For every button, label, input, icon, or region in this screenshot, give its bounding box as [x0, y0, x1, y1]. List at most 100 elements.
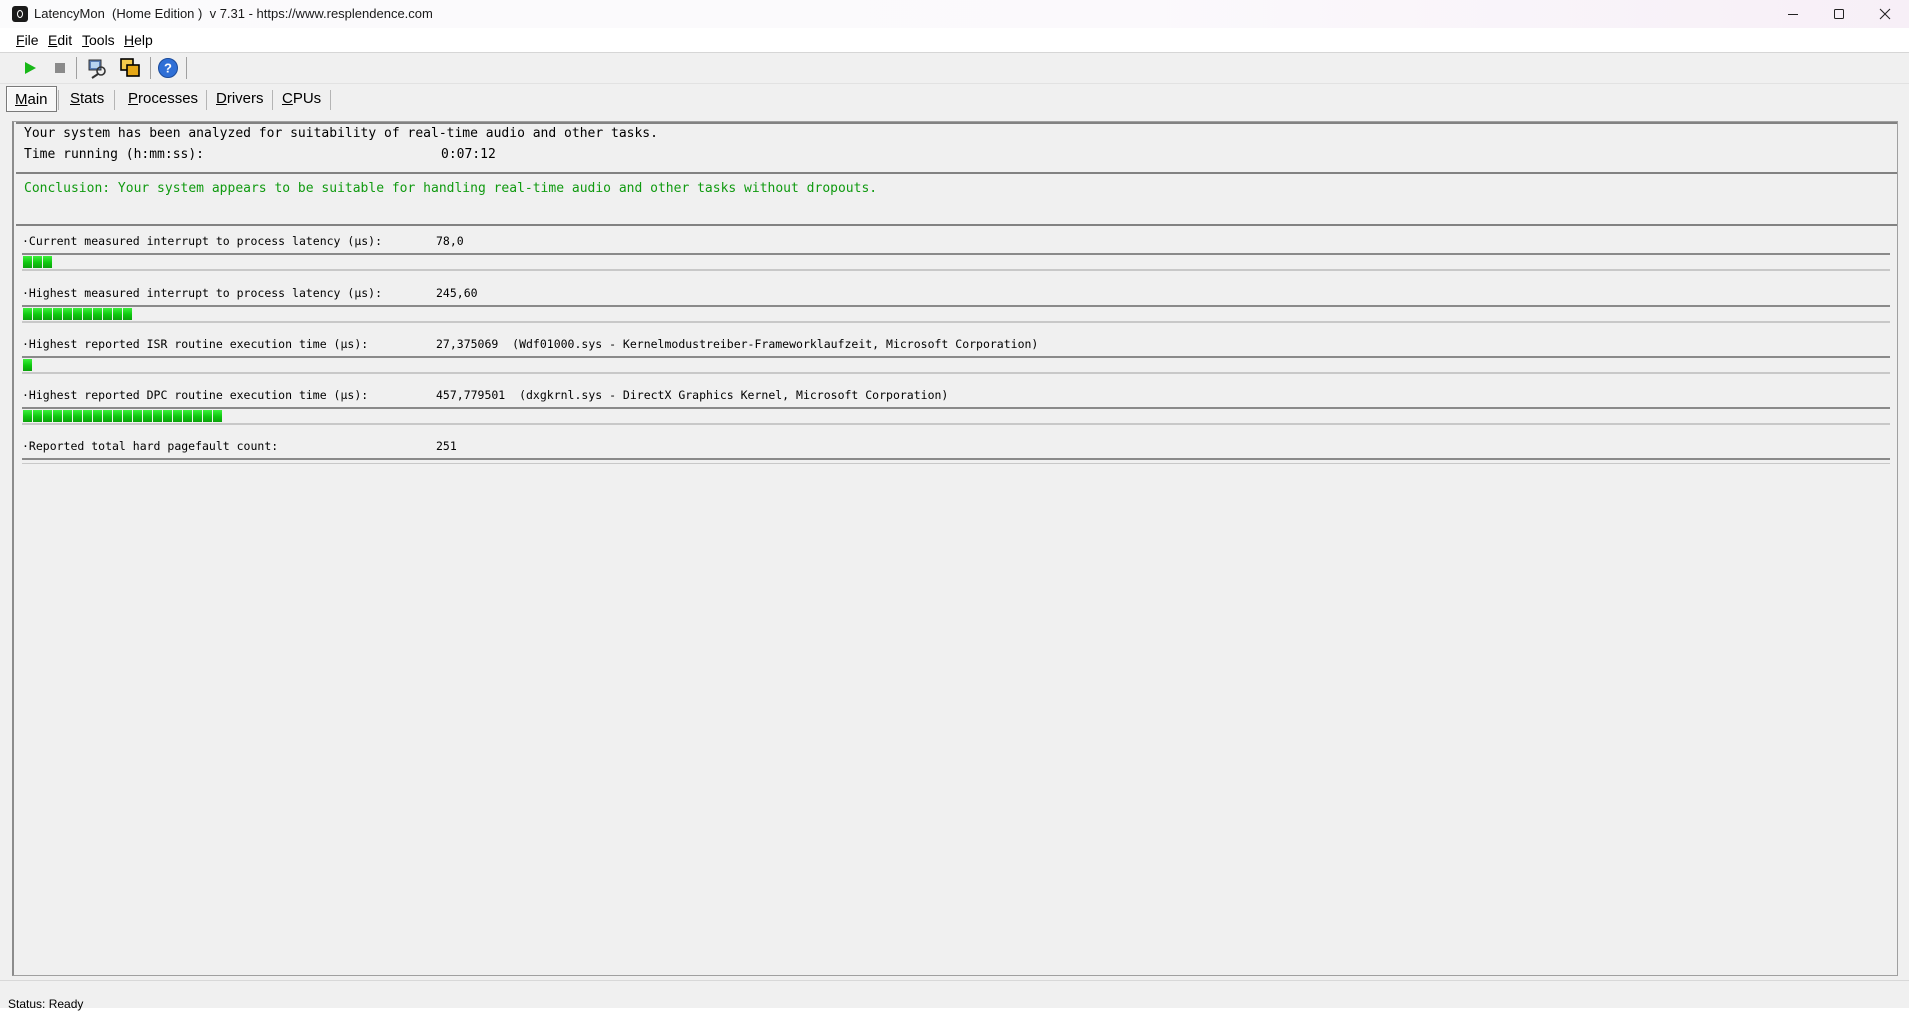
bar-segment [33, 410, 42, 422]
analysis-text: Your system has been analyzed for suitab… [24, 126, 658, 141]
main-panel: Your system has been analyzed for suitab… [12, 121, 1898, 976]
tab-separator [58, 90, 59, 110]
bar-segment [103, 308, 112, 320]
bar-segment [23, 308, 32, 320]
status-bar: Status: Ready [0, 980, 1909, 1011]
bar-segment [73, 308, 82, 320]
metric-label: ·Highest reported ISR routine execution … [22, 337, 369, 351]
toolbar-separator [150, 57, 151, 79]
bar-segment [153, 410, 162, 422]
bar-segment [23, 359, 32, 371]
time-running-label: Time running (h:mm:ss): [24, 147, 205, 162]
bar-segment [23, 256, 32, 268]
tab-separator [272, 90, 273, 110]
metric-value: 27,375069 (Wdf01000.sys - Kernelmodustre… [436, 337, 1039, 351]
bar-segment [53, 410, 62, 422]
bar-segment [173, 410, 182, 422]
latencymon-app-icon [12, 6, 28, 22]
bar-segment [203, 410, 212, 422]
tab-cpus[interactable]: CPUs [274, 86, 329, 112]
metric-bar [23, 256, 52, 268]
conclusion-box: Conclusion: Your system appears to be su… [16, 172, 1897, 224]
conclusion-text: Conclusion: Your system appears to be su… [24, 181, 878, 196]
windows-icon [120, 58, 140, 77]
metric-bar-track [22, 253, 1890, 271]
tab-main[interactable]: Main [6, 86, 57, 112]
metric-label: ·Highest reported DPC routine execution … [22, 388, 369, 402]
metric-bar-track [22, 458, 1890, 464]
menu-help[interactable]: Help [124, 32, 153, 48]
bar-segment [83, 410, 92, 422]
bar-segment [113, 410, 122, 422]
bar-segment [63, 308, 72, 320]
bar-segment [63, 410, 72, 422]
bar-segment [23, 410, 32, 422]
bar-segment [83, 308, 92, 320]
toolbar-separator [76, 57, 77, 79]
tab-processes[interactable]: Processes [120, 86, 206, 112]
metric-bar-track [22, 407, 1890, 425]
bar-segment [213, 410, 222, 422]
start-button[interactable] [18, 56, 42, 80]
tab-stats[interactable]: Stats [62, 86, 112, 112]
help-button[interactable]: ? [156, 56, 180, 80]
bar-segment [143, 410, 152, 422]
bar-segment [123, 410, 132, 422]
system-info-icon [88, 59, 106, 79]
menu-tools[interactable]: Tools [82, 32, 115, 48]
bar-segment [193, 410, 202, 422]
metric-bar [23, 410, 222, 422]
bar-segment [183, 410, 192, 422]
bar-segment [163, 410, 172, 422]
tab-separator [206, 90, 207, 110]
close-icon [1879, 8, 1891, 20]
window-title: LatencyMon (Home Edition ) v 7.31 - http… [34, 6, 433, 21]
metric-label: ·Highest measured interrupt to process l… [22, 286, 383, 300]
maximize-icon [1834, 9, 1844, 19]
tab-drivers[interactable]: Drivers [208, 86, 272, 112]
bar-segment [93, 308, 102, 320]
metrics-box: ·Current measured interrupt to process l… [16, 224, 1897, 975]
metric-bar-track [22, 356, 1890, 374]
analysis-box: Your system has been analyzed for suitab… [16, 122, 1897, 172]
menu-bar: File Edit Tools Help [0, 28, 1909, 53]
metric-value: 251 [436, 439, 457, 453]
metric-label: ·Reported total hard pagefault count: [22, 439, 279, 453]
title-bar[interactable]: LatencyMon (Home Edition ) v 7.31 - http… [0, 0, 1909, 28]
bar-segment [43, 410, 52, 422]
toolbar-separator [186, 57, 187, 79]
help-icon: ? [158, 58, 178, 78]
bar-segment [113, 308, 122, 320]
status-text: Status: Ready [8, 997, 84, 1011]
play-icon [25, 62, 36, 74]
minimize-button[interactable] [1770, 0, 1816, 28]
time-running-value: 0:07:12 [441, 147, 496, 162]
app-window: LatencyMon (Home Edition ) v 7.31 - http… [0, 0, 1909, 1011]
bar-segment [123, 308, 132, 320]
bar-segment [43, 256, 52, 268]
system-info-button[interactable] [85, 56, 109, 80]
tab-separator [114, 90, 115, 110]
metric-bar-track [22, 305, 1890, 323]
close-button[interactable] [1862, 0, 1908, 28]
maximize-button[interactable] [1816, 0, 1862, 28]
metric-value: 245,60 [436, 286, 478, 300]
stop-button[interactable] [48, 56, 72, 80]
metric-label: ·Current measured interrupt to process l… [22, 234, 383, 248]
metric-bar [23, 359, 32, 371]
bar-segment [103, 410, 112, 422]
minimize-icon [1788, 14, 1798, 15]
bar-segment [33, 308, 42, 320]
metric-bar [23, 308, 132, 320]
bar-segment [93, 410, 102, 422]
toolbar: ? [0, 53, 1909, 84]
metric-value: 78,0 [436, 234, 464, 248]
bar-segment [53, 308, 62, 320]
menu-file[interactable]: File [16, 32, 39, 48]
bar-segment [73, 410, 82, 422]
bar-segment [43, 308, 52, 320]
windows-button[interactable] [118, 56, 142, 80]
stop-icon [55, 63, 65, 73]
bar-segment [133, 410, 142, 422]
menu-edit[interactable]: Edit [48, 32, 72, 48]
